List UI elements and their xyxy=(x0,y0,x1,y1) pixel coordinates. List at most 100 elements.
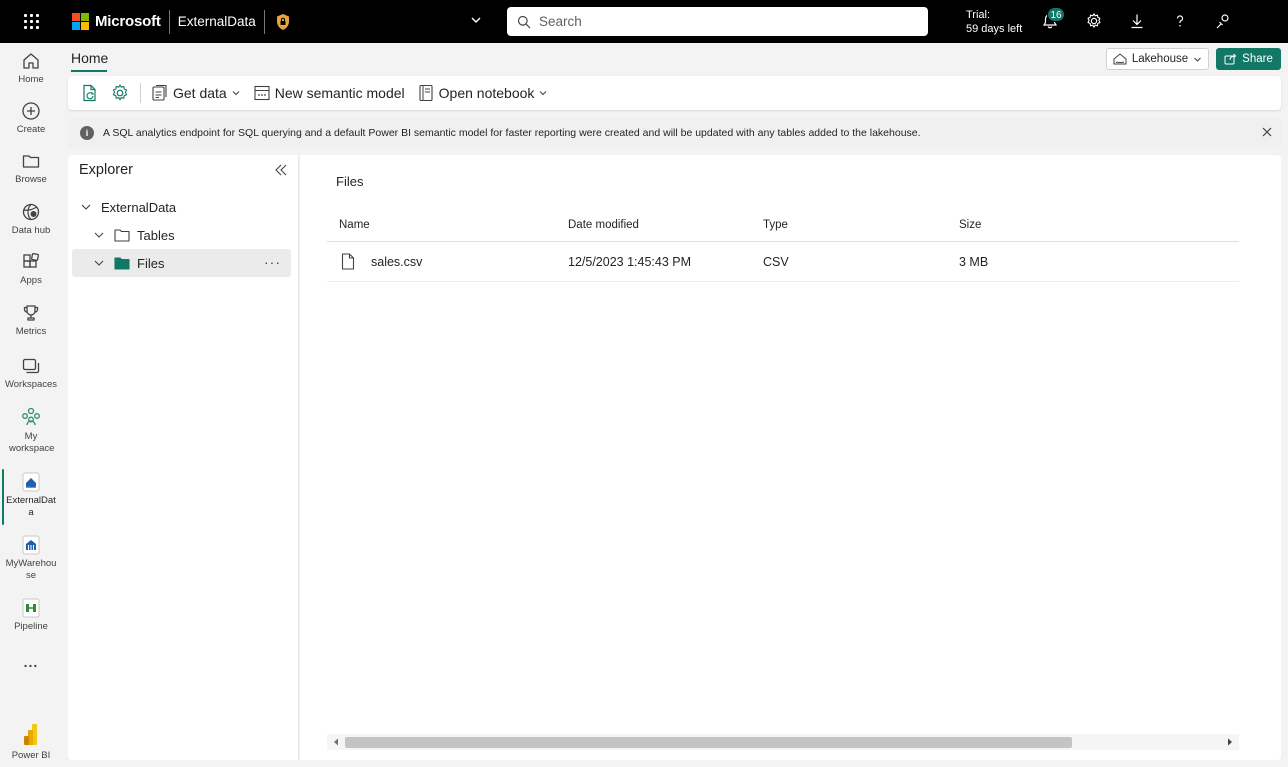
help-button[interactable] xyxy=(1170,11,1190,31)
trophy-icon xyxy=(23,305,39,321)
microsoft-logo-icon xyxy=(72,13,89,30)
workspaces-icon xyxy=(22,358,40,374)
collapse-double-chevron-icon[interactable] xyxy=(274,163,288,177)
file-icon xyxy=(341,253,355,270)
toolbar-separator xyxy=(140,83,141,103)
info-message-text: A SQL analytics endpoint for SQL queryin… xyxy=(103,127,921,139)
get-data-button[interactable]: Get data xyxy=(151,84,241,102)
folder-filled-icon xyxy=(114,257,130,270)
nav-pipeline-label: Pipeline xyxy=(14,621,48,632)
semantic-model-icon xyxy=(254,85,270,101)
column-header-date-modified[interactable]: Date modified xyxy=(568,219,639,231)
scrollbar-thumb[interactable] xyxy=(345,737,1072,748)
share-button[interactable]: Share xyxy=(1216,48,1281,70)
nav-pipeline[interactable]: Pipeline xyxy=(0,598,62,633)
nav-mywarehouse-label: MyWarehouse xyxy=(5,558,57,581)
lakehouse-mode-button[interactable]: Lakehouse xyxy=(1106,48,1209,70)
nav-my-workspace[interactable]: My workspace xyxy=(0,406,62,455)
divider xyxy=(263,9,265,34)
chevron-down-icon[interactable] xyxy=(469,13,483,27)
microsoft-logo[interactable]: Microsoft xyxy=(72,13,161,30)
chevron-down-icon xyxy=(1194,57,1201,62)
waffle-icon xyxy=(23,14,39,29)
nav-apps[interactable]: Apps xyxy=(0,252,62,287)
explorer-title: Explorer xyxy=(79,162,133,178)
search-box[interactable] xyxy=(507,7,928,36)
notebook-icon xyxy=(419,84,433,102)
column-header-type[interactable]: Type xyxy=(763,219,788,231)
search-icon xyxy=(517,15,531,28)
column-header-name[interactable]: Name xyxy=(339,219,370,231)
nav-more-button[interactable]: ... xyxy=(0,654,62,670)
download-icon xyxy=(1131,14,1143,29)
home-icon xyxy=(23,53,39,69)
files-title: Files xyxy=(336,174,364,189)
close-icon[interactable] xyxy=(1261,126,1273,138)
lakehouse-mode-label: Lakehouse xyxy=(1131,53,1189,65)
nav-my-workspace-label: My workspace xyxy=(9,431,55,454)
nav-workspaces[interactable]: Workspaces xyxy=(0,356,62,391)
nav-browse[interactable]: Browse xyxy=(0,151,62,186)
share-icon xyxy=(1224,53,1237,65)
tree-item-label: ExternalData xyxy=(101,199,177,215)
tree-item-label: Tables xyxy=(137,227,175,243)
horizontal-scrollbar[interactable] xyxy=(327,734,1239,750)
chevron-down-icon[interactable] xyxy=(93,257,105,269)
app-launcher-button[interactable] xyxy=(0,0,62,43)
help-icon xyxy=(1176,15,1184,27)
file-name[interactable]: sales.csv xyxy=(371,255,422,269)
info-message-bar: i A SQL analytics endpoint for SQL query… xyxy=(68,118,1281,148)
nav-power-bi[interactable]: Power BI xyxy=(0,723,62,762)
settings-button[interactable] xyxy=(1084,11,1104,31)
scroll-right-arrow-icon[interactable] xyxy=(1225,737,1235,747)
column-header-size[interactable]: Size xyxy=(959,219,981,231)
folder-icon xyxy=(22,155,40,168)
tree-item-externaldata[interactable]: ExternalData xyxy=(72,193,291,221)
tree-item-files[interactable]: Files ··· xyxy=(72,249,291,277)
more-icon: ... xyxy=(23,654,39,670)
chevron-down-icon[interactable] xyxy=(80,201,92,213)
ribbon-toolbar: Get data New semantic model Open noteboo… xyxy=(68,76,1281,110)
info-icon: i xyxy=(80,126,94,140)
download-button[interactable] xyxy=(1127,11,1147,31)
sensitivity-shield-icon[interactable] xyxy=(275,13,291,31)
pipeline-icon xyxy=(22,598,40,618)
brand-name: Microsoft xyxy=(95,13,161,30)
refresh-button[interactable] xyxy=(80,83,100,103)
nav-data-hub[interactable]: Data hub xyxy=(0,202,62,237)
lakehouse-mode-icon xyxy=(1113,53,1127,65)
nav-mywarehouse[interactable]: MyWarehouse xyxy=(0,535,62,582)
nav-create[interactable]: Create xyxy=(0,101,62,136)
file-date-modified: 12/5/2023 1:45:43 PM xyxy=(568,255,692,269)
nav-workspaces-label: Workspaces xyxy=(4,379,58,390)
powerbi-icon xyxy=(24,724,37,745)
explorer-panel: Explorer ExternalData Tables Files ··· xyxy=(68,155,299,760)
settings-toolbar-button[interactable] xyxy=(110,83,130,103)
notification-count-badge: 16 xyxy=(1047,7,1065,22)
feedback-button[interactable] xyxy=(1213,11,1233,31)
gear-icon xyxy=(112,84,128,101)
apps-icon xyxy=(23,253,39,268)
nav-metrics[interactable]: Metrics xyxy=(0,303,62,338)
new-semantic-model-button[interactable]: New semantic model xyxy=(253,84,405,102)
nav-create-label: Create xyxy=(16,124,46,135)
scroll-left-arrow-icon[interactable] xyxy=(331,737,341,747)
app-title[interactable]: ExternalData xyxy=(178,14,256,29)
get-data-icon xyxy=(152,84,167,101)
nav-data-hub-label: Data hub xyxy=(11,225,51,236)
open-notebook-label: Open notebook xyxy=(438,85,535,101)
search-input[interactable] xyxy=(539,14,919,29)
people-icon xyxy=(22,407,40,426)
tab-home[interactable]: Home xyxy=(71,50,108,66)
nav-home[interactable]: Home xyxy=(0,51,62,86)
trial-label: Trial: xyxy=(966,9,991,21)
tree-item-tables[interactable]: Tables xyxy=(72,221,291,249)
open-notebook-button[interactable]: Open notebook xyxy=(417,84,549,102)
new-semantic-model-label: New semantic model xyxy=(274,85,405,101)
get-data-label: Get data xyxy=(173,85,227,101)
trial-status[interactable]: Trial: 59 days left xyxy=(966,8,1022,36)
nav-externaldata[interactable]: ExternalData xyxy=(0,472,62,519)
files-pane: Files Name Date modified Type Size sales… xyxy=(300,155,1281,760)
chevron-down-icon[interactable] xyxy=(93,229,105,241)
more-options-icon[interactable]: ··· xyxy=(264,255,281,269)
